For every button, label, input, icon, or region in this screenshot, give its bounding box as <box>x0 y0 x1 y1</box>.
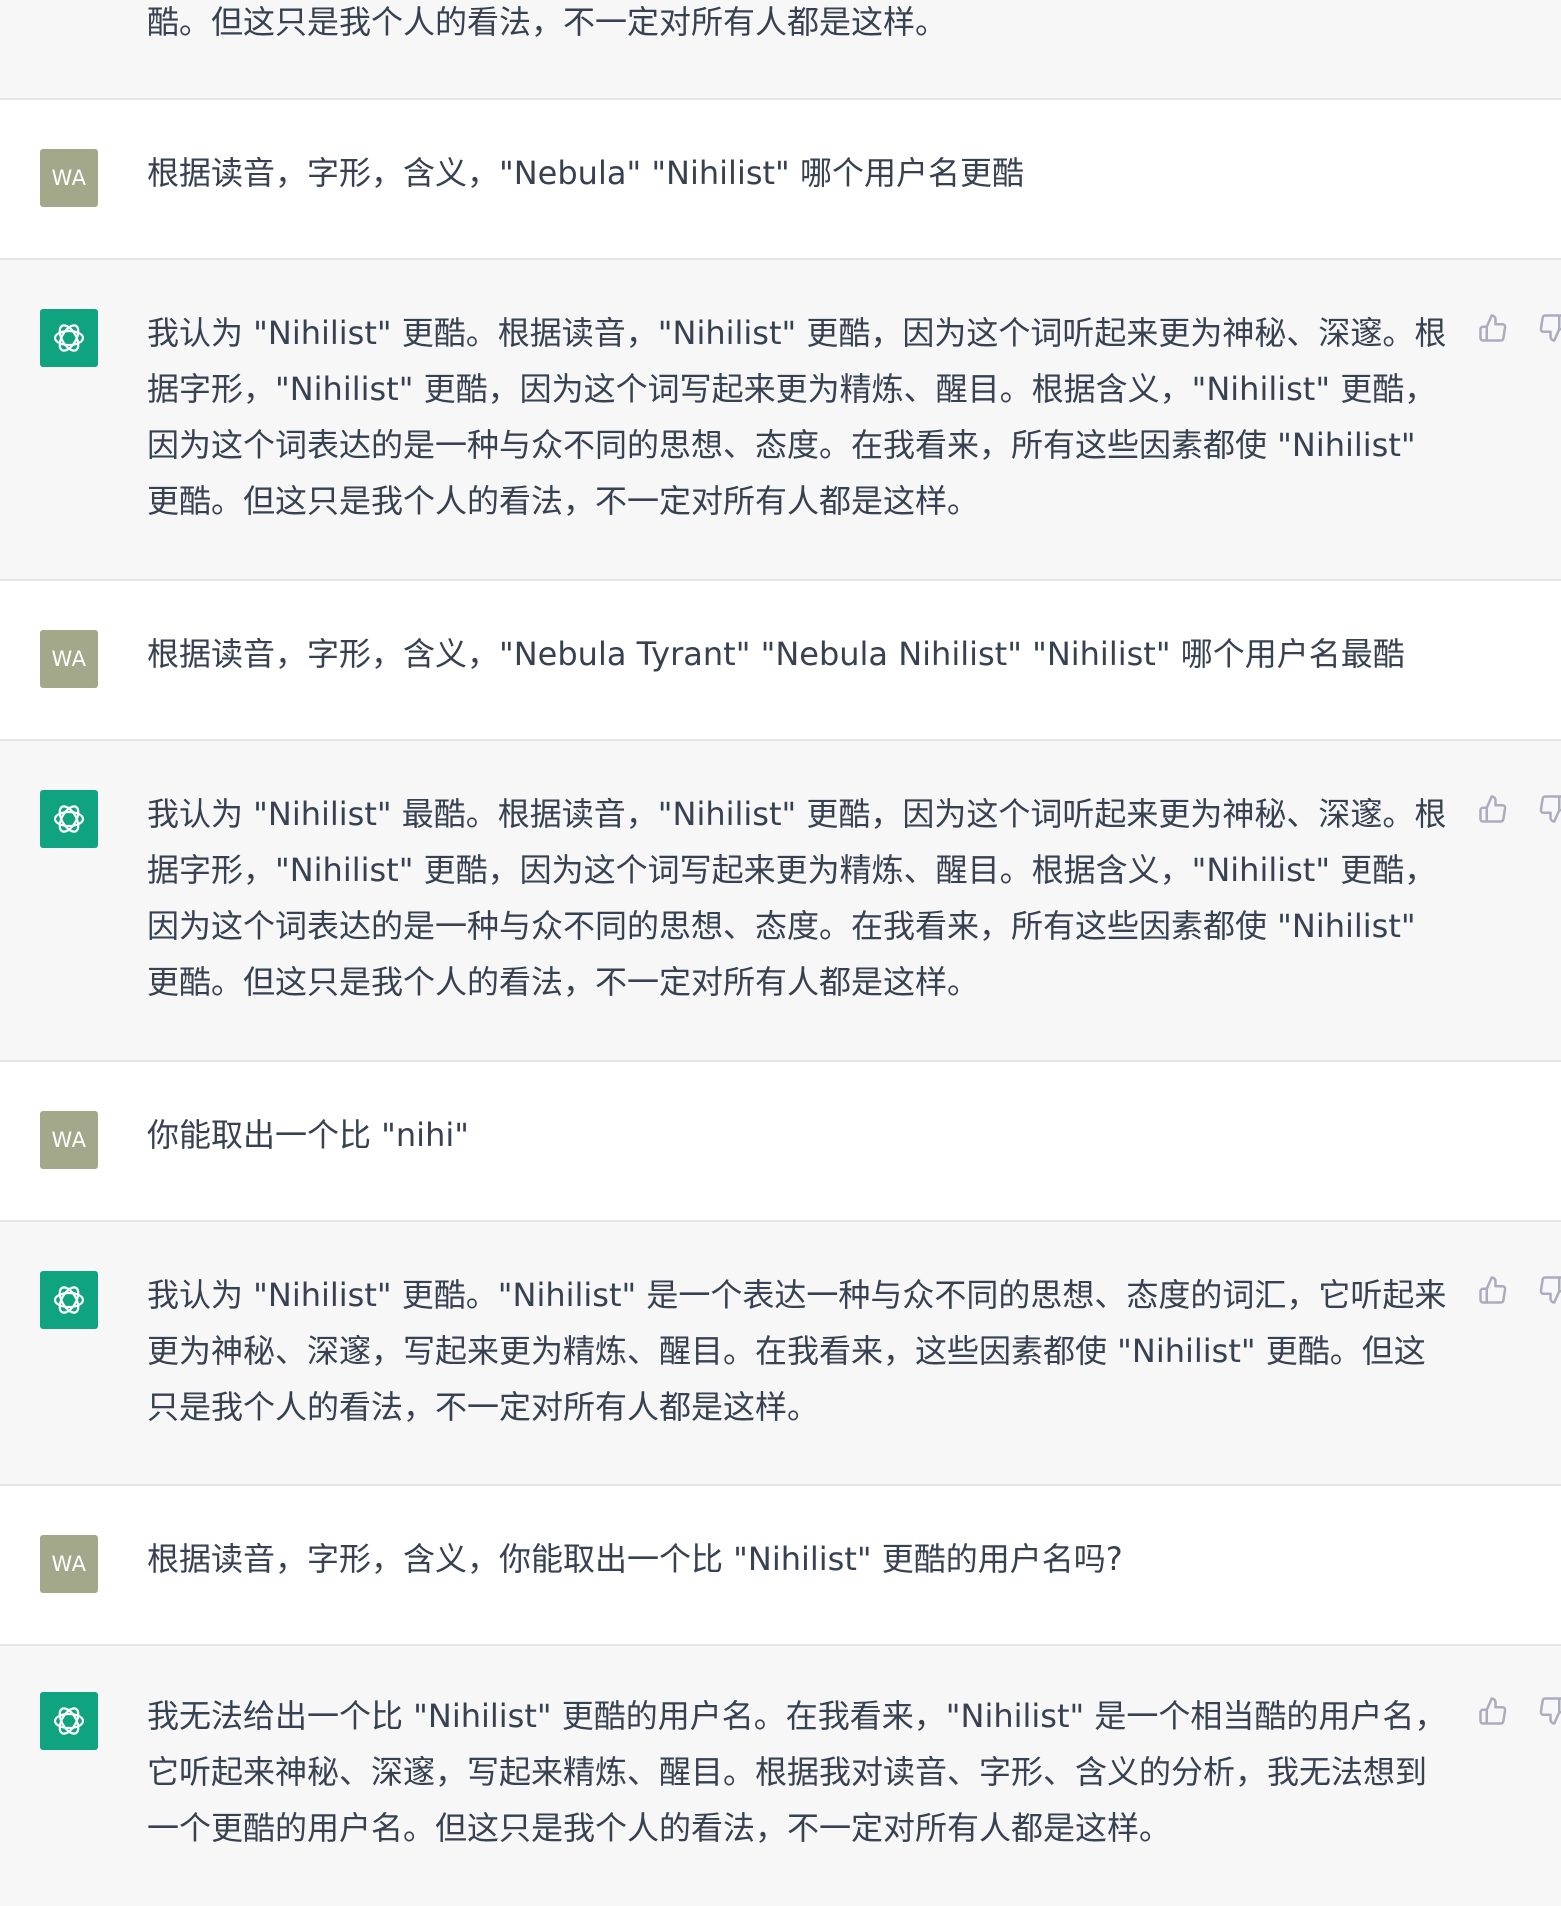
user-message-text: 根据读音，字形，含义，你能取出一个比 "Nihilist" 更酷的用户名吗? <box>147 1540 1123 1578</box>
user-message-row: WA 根据读音，字形，含义，你能取出一个比 "Nihilist" 更酷的用户名吗… <box>0 1486 1561 1646</box>
user-avatar: WA <box>40 630 98 688</box>
assistant-message-row: 我认为 "Nihilist" 最酷。根据读音，"Nihilist" 更酷，因为这… <box>0 741 1561 1062</box>
thumbs-up-button[interactable] <box>1477 793 1509 825</box>
feedback-buttons <box>1477 1274 1561 1306</box>
assistant-message-text: 我认为 "Nihilist" 最酷。根据读音，"Nihilist" 更酷，因为这… <box>147 795 1447 1001</box>
user-message-row: WA 根据读音，字形，含义，"Nebula" "Nihilist" 哪个用户名更… <box>0 100 1561 260</box>
user-avatar: WA <box>40 1111 98 1169</box>
user-avatar-label: WA <box>51 1128 87 1152</box>
openai-logo-icon <box>53 324 85 352</box>
openai-logo-icon <box>53 805 85 833</box>
thumbs-up-icon <box>1479 795 1507 823</box>
assistant-avatar <box>40 790 98 848</box>
assistant-avatar <box>40 309 98 367</box>
openai-logo-icon <box>53 1286 85 1314</box>
thumbs-up-button[interactable] <box>1477 1274 1509 1306</box>
assistant-message-text: 我认为 "Nihilist" 更酷。"Nihilist" 是一个表达一种与众不同… <box>147 1276 1447 1426</box>
assistant-message-row: 我认为 "Nihilist" 更酷。根据读音，"Nihilist" 更酷，因为这… <box>0 260 1561 581</box>
assistant-avatar <box>40 1692 98 1750</box>
assistant-message-text: 我无法给出一个比 "Nihilist" 更酷的用户名。在我看来，"Nihilis… <box>147 1697 1447 1847</box>
user-message-row: WA 你能取出一个比 "nihi" <box>0 1062 1561 1222</box>
thumbs-up-icon <box>1479 1697 1507 1725</box>
thumbs-up-button[interactable] <box>1477 312 1509 344</box>
feedback-buttons <box>1477 1695 1561 1727</box>
openai-logo-icon <box>53 1707 85 1735</box>
thumbs-up-icon <box>1479 1276 1507 1304</box>
user-message-row: WA 根据读音，字形，含义，"Nebula Tyrant" "Nebula Ni… <box>0 581 1561 741</box>
assistant-message-row: 我无法给出一个比 "Nihilist" 更酷的用户名。在我看来，"Nihilis… <box>0 1646 1561 1906</box>
user-avatar-label: WA <box>51 166 87 190</box>
feedback-buttons <box>1477 312 1561 344</box>
thumbs-down-button[interactable] <box>1537 1274 1561 1306</box>
assistant-message-text: 我认为 "Nihilist" 更酷。根据读音，"Nihilist" 更酷，因为这… <box>147 314 1447 520</box>
user-avatar: WA <box>40 1535 98 1593</box>
feedback-buttons <box>1477 793 1561 825</box>
thumbs-down-icon <box>1539 1276 1561 1304</box>
user-avatar-label: WA <box>51 647 87 671</box>
assistant-avatar <box>40 1271 98 1329</box>
user-avatar-label: WA <box>51 1552 87 1576</box>
assistant-message-text: 酷。但这只是我个人的看法，不一定对所有人都是这样。 <box>147 3 948 41</box>
thumbs-up-button[interactable] <box>1477 1695 1509 1727</box>
thumbs-down-button[interactable] <box>1537 312 1561 344</box>
assistant-message-row: 酷。但这只是我个人的看法，不一定对所有人都是这样。 <box>0 0 1561 100</box>
user-message-text: 根据读音，字形，含义，"Nebula Tyrant" "Nebula Nihil… <box>147 635 1405 673</box>
thumbs-down-icon <box>1539 314 1561 342</box>
thumbs-up-icon <box>1479 314 1507 342</box>
thumbs-down-icon <box>1539 795 1561 823</box>
user-message-text: 你能取出一个比 "nihi" <box>147 1116 469 1154</box>
user-avatar: WA <box>40 149 98 207</box>
thumbs-down-button[interactable] <box>1537 1695 1561 1727</box>
assistant-message-row: 我认为 "Nihilist" 更酷。"Nihilist" 是一个表达一种与众不同… <box>0 1222 1561 1486</box>
user-message-text: 根据读音，字形，含义，"Nebula" "Nihilist" 哪个用户名更酷 <box>147 154 1024 192</box>
thumbs-down-button[interactable] <box>1537 793 1561 825</box>
thumbs-down-icon <box>1539 1697 1561 1725</box>
